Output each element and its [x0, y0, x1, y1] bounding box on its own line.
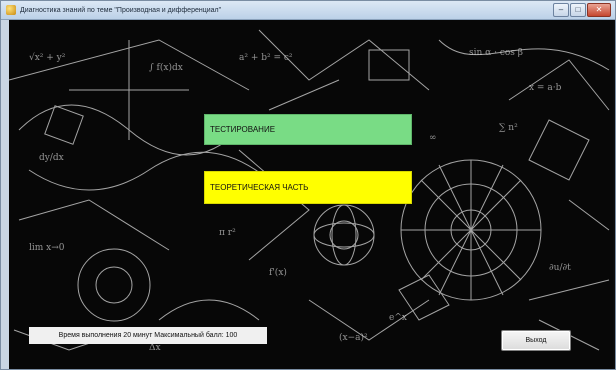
svg-text:√x² + y²: √x² + y²	[29, 52, 66, 63]
svg-text:sin α · cos β: sin α · cos β	[469, 48, 523, 58]
window-title: Диагностика знаний по теме "Производная …	[20, 6, 222, 14]
title-bar[interactable]: Диагностика знаний по теме "Производная …	[1, 1, 615, 20]
minimize-button[interactable]: –	[553, 3, 569, 17]
testing-button[interactable]: ТЕСТИРОВАНИЕ	[204, 114, 412, 145]
window-controls: – □ ✕	[553, 3, 611, 17]
maximize-button[interactable]: □	[570, 3, 586, 17]
svg-text:(x−a)²: (x−a)²	[339, 332, 368, 343]
svg-text:f'(x): f'(x)	[269, 267, 287, 278]
svg-text:∑ n²: ∑ n²	[499, 123, 518, 133]
svg-text:lim x→0: lim x→0	[29, 243, 65, 253]
app-window: Диагностика знаний по теме "Производная …	[0, 0, 616, 370]
svg-text:π r²: π r²	[219, 228, 236, 238]
svg-text:∞: ∞	[429, 133, 437, 143]
exit-button[interactable]: Выход	[501, 330, 571, 351]
form-client-area: √x² + y² ∫ f(x)dx sin α · cos β x = a·b …	[9, 20, 613, 369]
svg-text:dy/dx: dy/dx	[39, 153, 64, 163]
svg-text:Δx: Δx	[149, 343, 161, 353]
svg-text:∫ f(x)dx: ∫ f(x)dx	[149, 62, 183, 73]
test-info-label: Время выполнения 20 минут Максимальный б…	[29, 327, 267, 344]
close-button[interactable]: ✕	[587, 3, 611, 17]
app-icon	[6, 5, 16, 15]
svg-text:a² + b² = c²: a² + b² = c²	[239, 53, 293, 63]
svg-text:x = a·b: x = a·b	[529, 83, 562, 93]
svg-text:e^x: e^x	[389, 313, 407, 323]
svg-text:∂u/∂t: ∂u/∂t	[549, 263, 571, 273]
theory-button[interactable]: ТЕОРЕТИЧЕСКАЯ ЧАСТЬ	[204, 171, 412, 204]
